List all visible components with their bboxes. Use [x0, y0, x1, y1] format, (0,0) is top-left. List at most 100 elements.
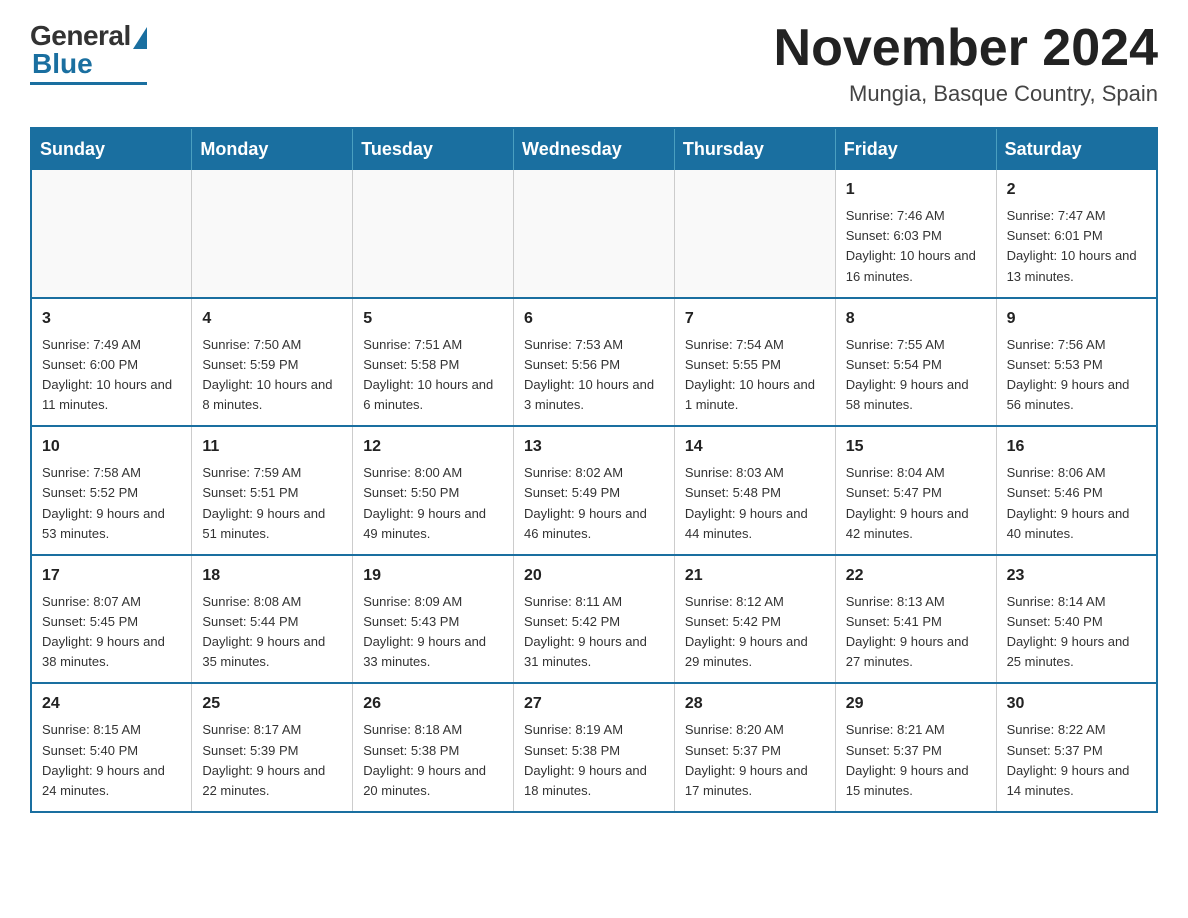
day-number: 17	[42, 564, 181, 588]
day-info: Sunrise: 7:49 AMSunset: 6:00 PMDaylight:…	[42, 335, 181, 416]
day-info: Sunrise: 8:15 AMSunset: 5:40 PMDaylight:…	[42, 720, 181, 801]
day-number: 8	[846, 307, 986, 331]
day-info: Sunrise: 7:46 AMSunset: 6:03 PMDaylight:…	[846, 206, 986, 287]
day-number: 19	[363, 564, 503, 588]
day-number: 9	[1007, 307, 1146, 331]
day-info: Sunrise: 8:11 AMSunset: 5:42 PMDaylight:…	[524, 592, 664, 673]
day-number: 23	[1007, 564, 1146, 588]
day-number: 3	[42, 307, 181, 331]
day-info: Sunrise: 8:17 AMSunset: 5:39 PMDaylight:…	[202, 720, 342, 801]
calendar-header-friday: Friday	[835, 128, 996, 170]
calendar-cell: 9Sunrise: 7:56 AMSunset: 5:53 PMDaylight…	[996, 298, 1157, 427]
calendar-cell: 6 Sunrise: 7:53 AMSunset: 5:56 PMDaylight…	[514, 298, 675, 427]
location-title: Mungia, Basque Country, Spain	[774, 81, 1158, 107]
day-info: Sunrise: 8:03 AMSunset: 5:48 PMDaylight:…	[685, 463, 825, 544]
calendar-cell	[192, 170, 353, 298]
calendar-cell: 28 Sunrise: 8:20 AMSunset: 5:37 PMDayligh…	[674, 683, 835, 812]
calendar-cell: 20 Sunrise: 8:11 AMSunset: 5:42 PMDayligh…	[514, 555, 675, 684]
day-number: 25	[202, 692, 342, 716]
calendar-week-row: 1 Sunrise: 7:46 AMSunset: 6:03 PMDaylight…	[31, 170, 1157, 298]
calendar-cell: 3 Sunrise: 7:49 AMSunset: 6:00 PMDaylight…	[31, 298, 192, 427]
calendar-header-saturday: Saturday	[996, 128, 1157, 170]
day-number: 13	[524, 435, 664, 459]
day-info: Sunrise: 8:13 AMSunset: 5:41 PMDaylight:…	[846, 592, 986, 673]
calendar-cell: 17Sunrise: 8:07 AMSunset: 5:45 PMDayligh…	[31, 555, 192, 684]
day-number: 4	[202, 307, 342, 331]
calendar-header-sunday: Sunday	[31, 128, 192, 170]
calendar-cell	[31, 170, 192, 298]
day-info: Sunrise: 8:02 AMSunset: 5:49 PMDaylight:…	[524, 463, 664, 544]
day-number: 24	[42, 692, 181, 716]
calendar-header-row: SundayMondayTuesdayWednesdayThursdayFrid…	[31, 128, 1157, 170]
calendar-cell: 2 Sunrise: 7:47 AMSunset: 6:01 PMDaylight…	[996, 170, 1157, 298]
day-number: 26	[363, 692, 503, 716]
day-number: 20	[524, 564, 664, 588]
day-info: Sunrise: 7:47 AMSunset: 6:01 PMDaylight:…	[1007, 206, 1146, 287]
title-area: November 2024 Mungia, Basque Country, Sp…	[774, 20, 1158, 107]
day-info: Sunrise: 7:51 AMSunset: 5:58 PMDaylight:…	[363, 335, 503, 416]
calendar-cell	[514, 170, 675, 298]
calendar-cell: 27 Sunrise: 8:19 AMSunset: 5:38 PMDayligh…	[514, 683, 675, 812]
calendar-cell: 19 Sunrise: 8:09 AMSunset: 5:43 PMDayligh…	[353, 555, 514, 684]
day-info: Sunrise: 8:09 AMSunset: 5:43 PMDaylight:…	[363, 592, 503, 673]
day-info: Sunrise: 7:50 AMSunset: 5:59 PMDaylight:…	[202, 335, 342, 416]
logo-triangle-icon	[133, 27, 147, 49]
calendar-week-row: 17Sunrise: 8:07 AMSunset: 5:45 PMDayligh…	[31, 555, 1157, 684]
calendar-cell: 25 Sunrise: 8:17 AMSunset: 5:39 PMDayligh…	[192, 683, 353, 812]
day-info: Sunrise: 8:00 AMSunset: 5:50 PMDaylight:…	[363, 463, 503, 544]
calendar-cell: 8 Sunrise: 7:55 AMSunset: 5:54 PMDaylight…	[835, 298, 996, 427]
calendar-cell: 24 Sunrise: 8:15 AMSunset: 5:40 PMDayligh…	[31, 683, 192, 812]
day-info: Sunrise: 7:53 AMSunset: 5:56 PMDaylight:…	[524, 335, 664, 416]
calendar-header-monday: Monday	[192, 128, 353, 170]
calendar-week-row: 24 Sunrise: 8:15 AMSunset: 5:40 PMDayligh…	[31, 683, 1157, 812]
day-number: 6	[524, 307, 664, 331]
day-info: Sunrise: 7:59 AMSunset: 5:51 PMDaylight:…	[202, 463, 342, 544]
day-info: Sunrise: 8:14 AMSunset: 5:40 PMDaylight:…	[1007, 592, 1146, 673]
calendar-cell: 21Sunrise: 8:12 AMSunset: 5:42 PMDayligh…	[674, 555, 835, 684]
day-number: 14	[685, 435, 825, 459]
day-number: 5	[363, 307, 503, 331]
day-number: 11	[202, 435, 342, 459]
day-info: Sunrise: 8:04 AMSunset: 5:47 PMDaylight:…	[846, 463, 986, 544]
day-info: Sunrise: 8:20 AMSunset: 5:37 PMDaylight:…	[685, 720, 825, 801]
logo-underline	[30, 82, 147, 85]
day-number: 16	[1007, 435, 1146, 459]
day-number: 10	[42, 435, 181, 459]
logo-blue-text: Blue	[32, 48, 93, 80]
calendar-cell	[353, 170, 514, 298]
calendar-cell: 11 Sunrise: 7:59 AMSunset: 5:51 PMDayligh…	[192, 426, 353, 555]
header: General Blue November 2024 Mungia, Basqu…	[30, 20, 1158, 107]
calendar-cell: 30 Sunrise: 8:22 AMSunset: 5:37 PMDayligh…	[996, 683, 1157, 812]
day-number: 7	[685, 307, 825, 331]
calendar-header-thursday: Thursday	[674, 128, 835, 170]
calendar-cell: 13 Sunrise: 8:02 AMSunset: 5:49 PMDayligh…	[514, 426, 675, 555]
day-info: Sunrise: 8:18 AMSunset: 5:38 PMDaylight:…	[363, 720, 503, 801]
calendar-cell: 1 Sunrise: 7:46 AMSunset: 6:03 PMDaylight…	[835, 170, 996, 298]
calendar-cell: 26 Sunrise: 8:18 AMSunset: 5:38 PMDayligh…	[353, 683, 514, 812]
day-info: Sunrise: 8:19 AMSunset: 5:38 PMDaylight:…	[524, 720, 664, 801]
calendar-cell: 14 Sunrise: 8:03 AMSunset: 5:48 PMDayligh…	[674, 426, 835, 555]
day-info: Sunrise: 7:55 AMSunset: 5:54 PMDaylight:…	[846, 335, 986, 416]
day-number: 2	[1007, 178, 1146, 202]
calendar-header-tuesday: Tuesday	[353, 128, 514, 170]
calendar-cell: 10 Sunrise: 7:58 AMSunset: 5:52 PMDayligh…	[31, 426, 192, 555]
day-info: Sunrise: 8:21 AMSunset: 5:37 PMDaylight:…	[846, 720, 986, 801]
calendar-cell: 7 Sunrise: 7:54 AMSunset: 5:55 PMDaylight…	[674, 298, 835, 427]
calendar-cell: 15 Sunrise: 8:04 AMSunset: 5:47 PMDayligh…	[835, 426, 996, 555]
day-number: 18	[202, 564, 342, 588]
calendar-cell: 5 Sunrise: 7:51 AMSunset: 5:58 PMDaylight…	[353, 298, 514, 427]
day-number: 28	[685, 692, 825, 716]
day-number: 30	[1007, 692, 1146, 716]
calendar-week-row: 3 Sunrise: 7:49 AMSunset: 6:00 PMDaylight…	[31, 298, 1157, 427]
logo: General Blue	[30, 20, 147, 85]
calendar-header-wednesday: Wednesday	[514, 128, 675, 170]
day-number: 27	[524, 692, 664, 716]
day-info: Sunrise: 7:58 AMSunset: 5:52 PMDaylight:…	[42, 463, 181, 544]
day-number: 15	[846, 435, 986, 459]
calendar-cell: 23 Sunrise: 8:14 AMSunset: 5:40 PMDayligh…	[996, 555, 1157, 684]
day-info: Sunrise: 7:54 AMSunset: 5:55 PMDaylight:…	[685, 335, 825, 416]
day-number: 1	[846, 178, 986, 202]
day-number: 29	[846, 692, 986, 716]
day-info: Sunrise: 8:06 AMSunset: 5:46 PMDaylight:…	[1007, 463, 1146, 544]
day-info: Sunrise: 8:22 AMSunset: 5:37 PMDaylight:…	[1007, 720, 1146, 801]
